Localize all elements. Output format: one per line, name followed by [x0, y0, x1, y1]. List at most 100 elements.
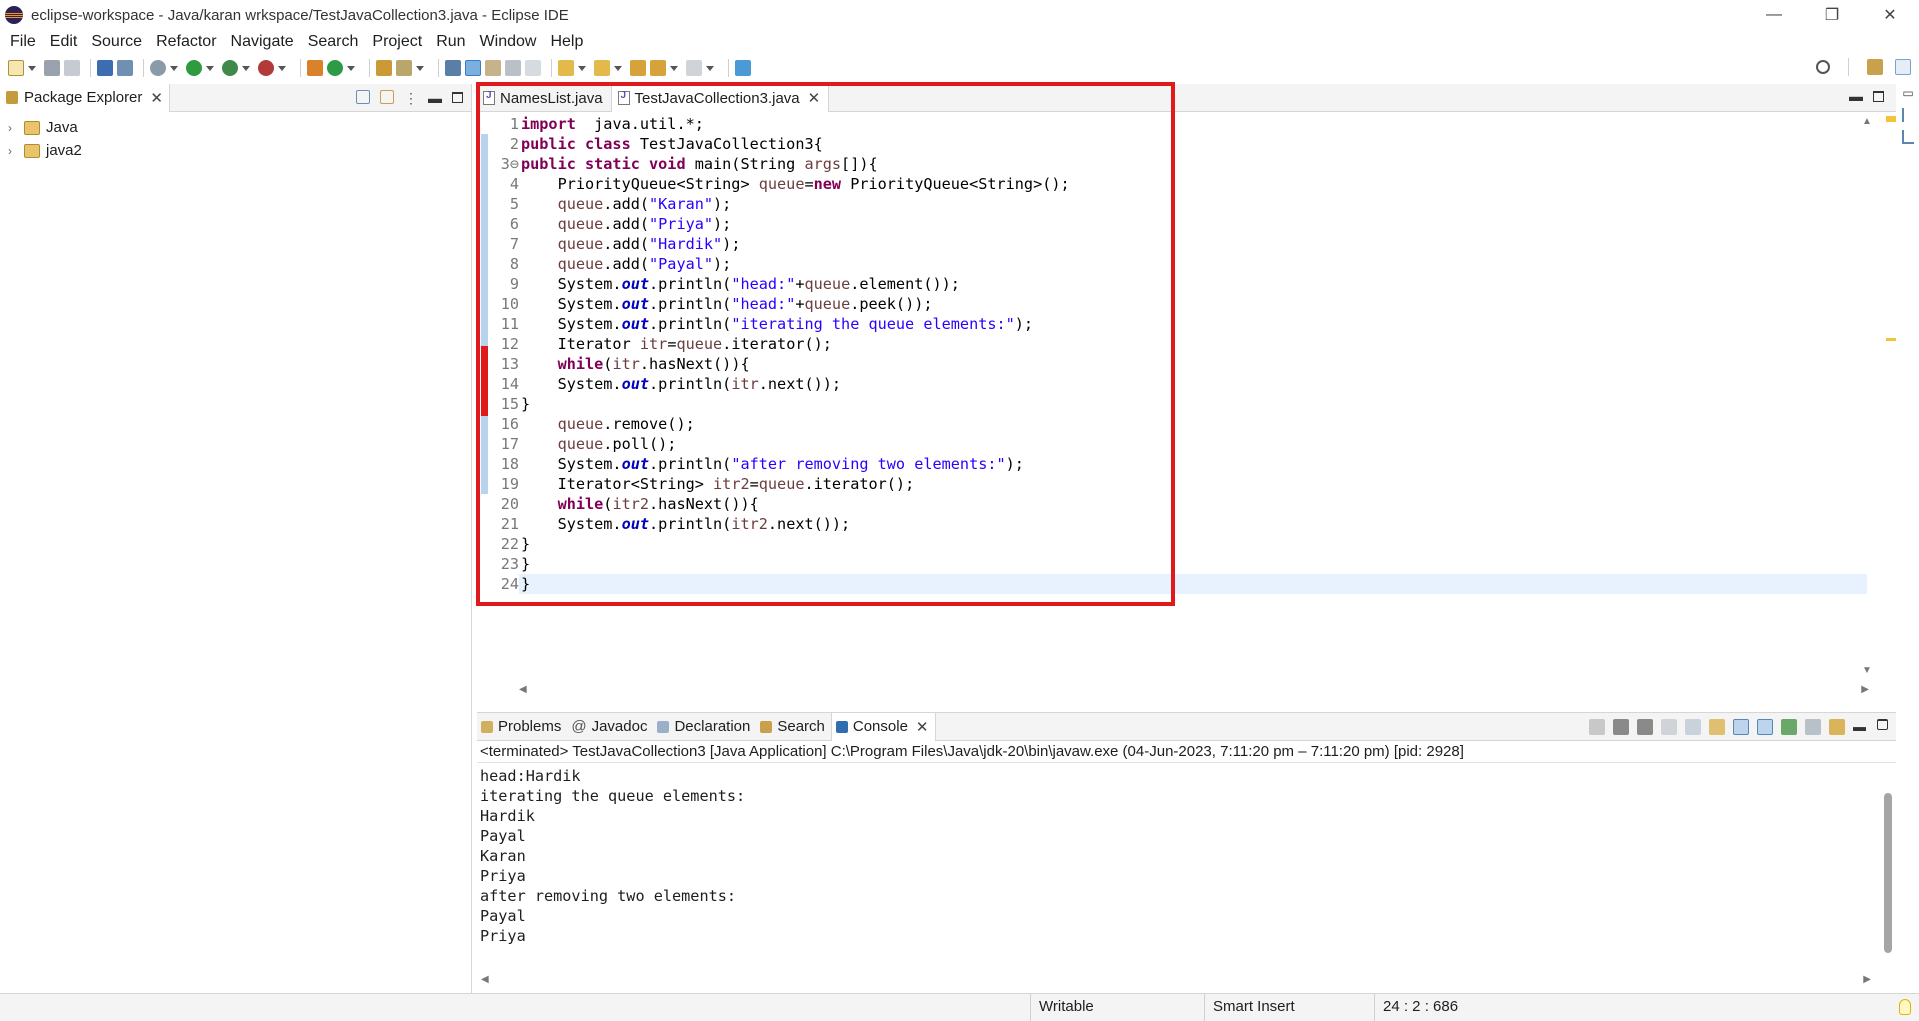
- status-cursor-position[interactable]: 24 : 2 : 686: [1374, 994, 1504, 1021]
- minimize-view-icon[interactable]: ▬: [1853, 719, 1869, 735]
- menu-run[interactable]: Run: [429, 33, 472, 51]
- scroll-left-icon[interactable]: ◀: [481, 974, 489, 985]
- tab-console[interactable]: Console ✕: [830, 712, 936, 741]
- overview-ruler[interactable]: [1886, 114, 1896, 674]
- maximize-view-icon[interactable]: [452, 92, 463, 103]
- new-class-dropdown-icon[interactable]: [347, 60, 355, 76]
- restore-button[interactable]: ❐: [1803, 0, 1861, 30]
- menu-help[interactable]: Help: [543, 33, 590, 51]
- minimize-button[interactable]: —: [1745, 0, 1803, 30]
- console-horizontal-scrollbar[interactable]: ◀ ▶: [481, 974, 1871, 986]
- maximize-view-icon[interactable]: [1873, 91, 1884, 102]
- scroll-left-icon[interactable]: ◀: [519, 684, 527, 695]
- clear-console-icon[interactable]: [1661, 719, 1677, 735]
- console-output[interactable]: head:Hardik iterating the queue elements:…: [477, 763, 1896, 946]
- show-console-on-output-icon[interactable]: [1733, 719, 1749, 735]
- previous-annotation-icon[interactable]: [594, 60, 610, 76]
- save-icon[interactable]: [44, 60, 60, 76]
- console-scrollbar-thumb[interactable]: [1884, 793, 1892, 953]
- external-tools-dropdown-icon[interactable]: [278, 60, 286, 76]
- new-package-icon[interactable]: [307, 60, 323, 76]
- tab-declaration[interactable]: Declaration: [653, 713, 756, 741]
- run-dropdown-icon[interactable]: [206, 60, 214, 76]
- coverage-dropdown-icon[interactable]: [242, 60, 250, 76]
- outline-icon[interactable]: [1902, 108, 1914, 122]
- skip-breakpoints-icon[interactable]: [117, 60, 133, 76]
- last-edit-location-icon[interactable]: [630, 60, 646, 76]
- close-icon[interactable]: ✕: [808, 89, 821, 107]
- pin-editor-icon[interactable]: [735, 60, 751, 76]
- word-wrap-icon[interactable]: [1709, 719, 1725, 735]
- code-text-area[interactable]: 1 import java.util.*; 2 public class TestJa…: [477, 114, 1867, 674]
- open-perspective-icon[interactable]: [1867, 59, 1883, 75]
- menu-project[interactable]: Project: [365, 33, 429, 51]
- save-all-icon[interactable]: [64, 60, 80, 76]
- tab-problems[interactable]: Problems: [477, 713, 567, 741]
- minimize-view-icon[interactable]: ▬: [1849, 88, 1863, 104]
- toggle-block-selection-icon[interactable]: [485, 60, 501, 76]
- debug-icon[interactable]: [150, 60, 166, 76]
- chevron-right-icon[interactable]: ›: [8, 144, 20, 158]
- show-console-on-error-icon[interactable]: [1757, 719, 1773, 735]
- menu-source[interactable]: Source: [84, 33, 149, 51]
- menu-refactor[interactable]: Refactor: [149, 33, 223, 51]
- chevron-right-icon[interactable]: ›: [8, 121, 20, 135]
- previous-annotation-dropdown-icon[interactable]: [614, 60, 622, 76]
- search-icon[interactable]: [1816, 60, 1830, 74]
- debug-dropdown-icon[interactable]: [170, 60, 178, 76]
- tab-package-explorer[interactable]: Package Explorer ✕: [0, 83, 170, 112]
- tab-search[interactable]: Search: [756, 713, 831, 741]
- maximize-view-icon[interactable]: [1877, 719, 1888, 730]
- editor-horizontal-scrollbar[interactable]: ◀ ▶: [519, 684, 1869, 698]
- collapse-all-icon[interactable]: [356, 90, 370, 104]
- tree-item-java[interactable]: › Java: [0, 116, 471, 139]
- new-dropdown-icon[interactable]: [28, 60, 36, 76]
- external-tools-icon[interactable]: [258, 60, 274, 76]
- view-menu-icon[interactable]: ⋮: [404, 90, 418, 107]
- back-dropdown-icon[interactable]: [670, 60, 678, 76]
- hierarchy-icon[interactable]: [1902, 130, 1914, 144]
- next-annotation-dropdown-icon[interactable]: [578, 60, 586, 76]
- restore-icon[interactable]: ▭: [1902, 86, 1913, 100]
- scroll-down-icon[interactable]: ▼: [1862, 665, 1872, 676]
- next-annotation-icon[interactable]: [558, 60, 574, 76]
- open-task-dropdown-icon[interactable]: [416, 60, 424, 76]
- status-insert-mode[interactable]: Smart Insert: [1204, 994, 1370, 1021]
- tree-item-java2[interactable]: › java2: [0, 139, 471, 162]
- tab-nameslist-java[interactable]: NamesList.java: [477, 84, 612, 112]
- close-button[interactable]: ✕: [1861, 0, 1919, 30]
- remove-launch-icon[interactable]: [1613, 719, 1629, 735]
- scroll-lock-icon[interactable]: [1685, 719, 1701, 735]
- pilcrow-icon[interactable]: [525, 60, 541, 76]
- show-whitespace-icon[interactable]: [505, 60, 521, 76]
- forward-dropdown-icon[interactable]: [706, 60, 714, 76]
- tab-testjavacollection3-java[interactable]: TestJavaCollection3.java ✕: [611, 84, 830, 112]
- display-selected-console-icon[interactable]: [1805, 719, 1821, 735]
- tab-javadoc[interactable]: @ Javadoc: [567, 713, 653, 741]
- scroll-right-icon[interactable]: ▶: [1863, 974, 1871, 985]
- link-with-editor-icon[interactable]: [380, 90, 394, 104]
- editor-vertical-scrollbar[interactable]: ▲ ▼: [1860, 114, 1874, 676]
- menu-window[interactable]: Window: [473, 33, 544, 51]
- coverage-icon[interactable]: [222, 60, 238, 76]
- terminal-icon[interactable]: [97, 60, 113, 76]
- run-icon[interactable]: [186, 60, 202, 76]
- scroll-right-icon[interactable]: ▶: [1861, 684, 1869, 695]
- menu-navigate[interactable]: Navigate: [224, 33, 301, 51]
- forward-arrow-icon[interactable]: [686, 60, 702, 76]
- warning-marker[interactable]: [1886, 338, 1896, 341]
- menu-search[interactable]: Search: [301, 33, 366, 51]
- remove-all-terminated-icon[interactable]: [1637, 719, 1653, 735]
- open-type-icon[interactable]: [376, 60, 392, 76]
- minimize-view-icon[interactable]: ▬: [428, 90, 442, 107]
- open-console-icon[interactable]: [1829, 719, 1845, 735]
- terminate-icon[interactable]: [1589, 719, 1605, 735]
- menu-file[interactable]: File: [3, 33, 43, 51]
- new-class-icon[interactable]: [327, 60, 343, 76]
- tip-bulb-icon[interactable]: [1899, 999, 1911, 1015]
- close-icon[interactable]: ✕: [150, 89, 163, 107]
- search-toolbar-icon[interactable]: [445, 60, 461, 76]
- pin-console-icon[interactable]: [1781, 719, 1797, 735]
- toggle-mark-occurrences-icon[interactable]: [465, 60, 481, 76]
- menu-edit[interactable]: Edit: [43, 33, 85, 51]
